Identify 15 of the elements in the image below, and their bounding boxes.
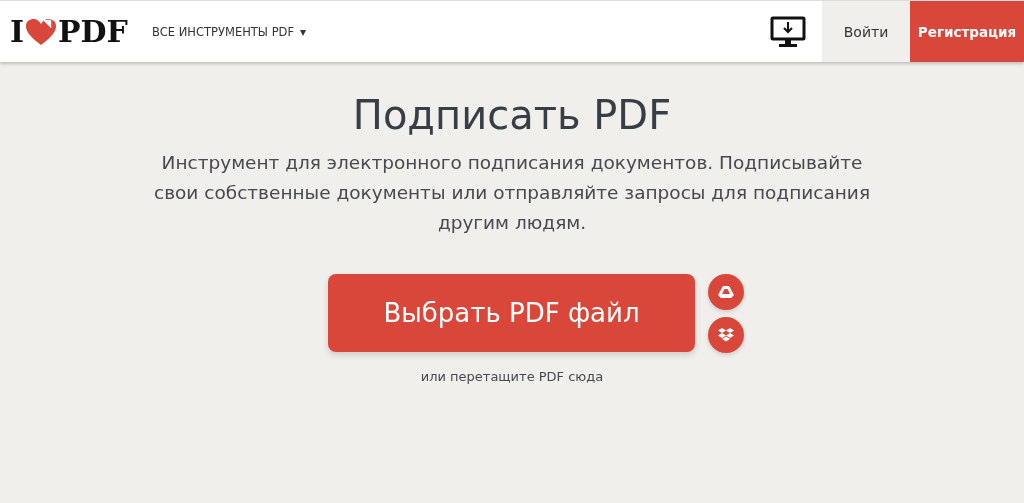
heart-icon (25, 17, 58, 46)
select-file-button[interactable]: Выбрать PDF файл (328, 274, 695, 352)
dropbox-button[interactable] (708, 317, 744, 353)
login-button[interactable]: Войти (822, 1, 910, 62)
box-icon (718, 328, 734, 342)
drive-button[interactable] (708, 274, 744, 310)
page-title: Подписать PDF (352, 92, 672, 138)
triangle-icon (718, 285, 734, 299)
tools-menu[interactable]: ВСЕ ИНСТРУМЕНТЫ PDF ▾ (151, 1, 307, 62)
logo[interactable]: I PDF (0, 1, 128, 62)
description: Инструмент для электронного подписания документов. Подписывайте свои собственные документы или отправляйте запросы для подписания другим людям. (152, 151, 872, 235)
logo-letter: I (10, 14, 25, 49)
register-button[interactable]: Регистрация (910, 1, 1024, 62)
logo-text: PDF (58, 14, 128, 49)
drop-hint: или перетащите PDF сюда (420, 369, 604, 384)
